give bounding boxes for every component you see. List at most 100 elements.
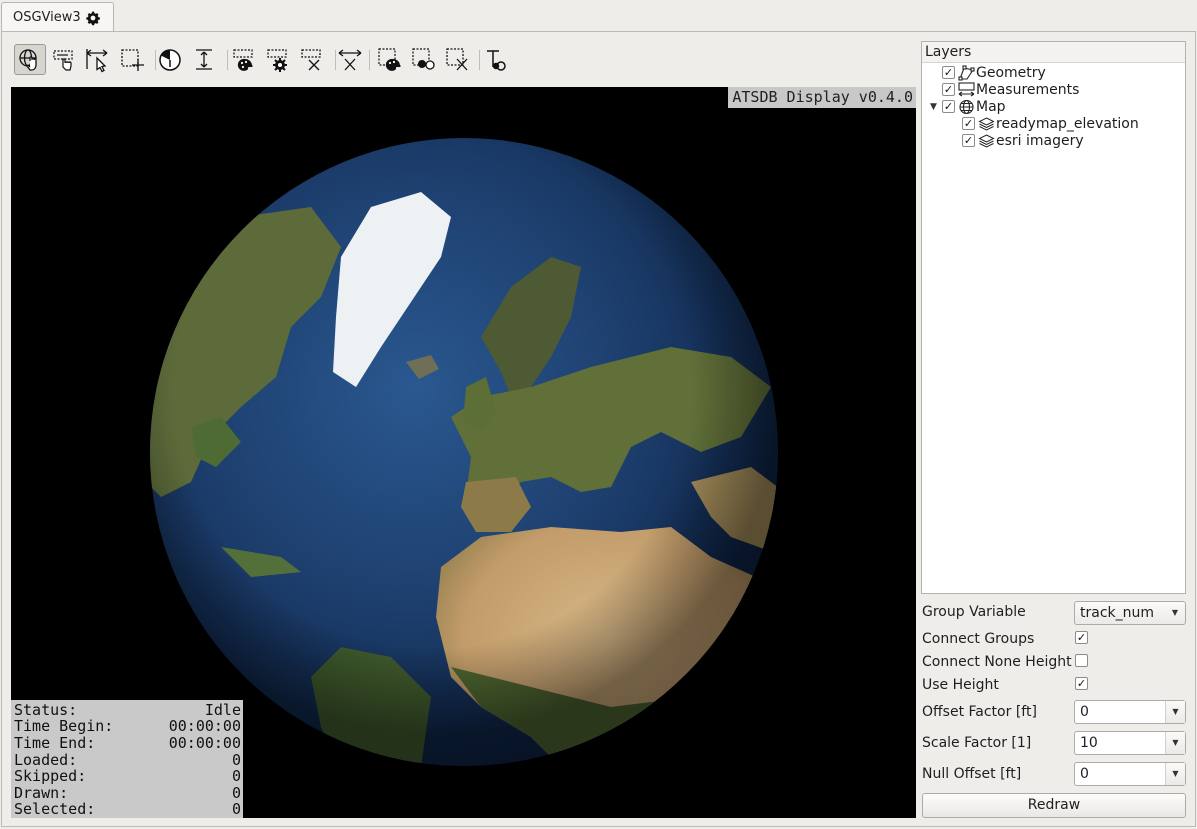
label-palette-icon <box>233 48 253 71</box>
layer-row[interactable]: ✓ esri imagery <box>962 132 1084 149</box>
layer-checkbox[interactable]: ✓ <box>942 100 955 113</box>
time-filter-tool[interactable] <box>154 44 186 75</box>
null-offset-label: Null Offset [ft] <box>922 766 1022 782</box>
status-row: Status: Idle <box>14 702 241 719</box>
height-icon <box>196 48 212 70</box>
measure-icon <box>957 81 975 98</box>
label-hand-icon <box>53 49 73 71</box>
status-value: 0 <box>231 783 241 802</box>
geometry-icon <box>957 64 975 81</box>
layer-row[interactable]: ✓ Measurements <box>927 81 1079 98</box>
select-clear-tool[interactable] <box>442 44 474 75</box>
use-height-label: Use Height <box>922 677 999 693</box>
connect-none-height-label: Connect None Height <box>922 654 1072 670</box>
chevron-down-icon[interactable]: ▼ <box>1165 732 1185 754</box>
label-gear-icon <box>267 48 287 72</box>
status-row: Drawn: 0 <box>14 785 241 802</box>
offset-factor-value: 0 <box>1080 704 1089 720</box>
status-row: Time Begin: 00:00:00 <box>14 718 241 735</box>
text-style-tool[interactable] <box>480 44 512 75</box>
clock-icon <box>159 48 181 71</box>
status-label: Selected: <box>14 800 96 818</box>
measure-clear-tool[interactable] <box>334 44 366 75</box>
layer-checkbox[interactable]: ✓ <box>962 134 975 147</box>
layer-label: Map <box>976 98 1006 115</box>
offset-factor-label: Offset Factor [ft] <box>922 704 1037 720</box>
label-clear-icon <box>301 48 321 70</box>
layer-label: Geometry <box>976 64 1046 81</box>
status-label: Time Begin: <box>14 717 114 736</box>
label-settings-tool[interactable] <box>262 44 294 75</box>
layers-header: Layers <box>922 42 1185 63</box>
select-rect-add-tool[interactable] <box>116 44 148 75</box>
offset-factor-combo[interactable]: 0 ▼ <box>1074 700 1186 724</box>
select-style-tool[interactable] <box>408 44 440 75</box>
status-panel: Status: Idle Time Begin: 00:00:00 Time End: 0… <box>11 699 243 818</box>
chevron-down-icon[interactable]: ▼ <box>1165 763 1185 785</box>
chevron-down-icon[interactable]: ▼ <box>1165 701 1185 723</box>
connect-none-height-checkbox[interactable] <box>1075 654 1088 667</box>
null-offset-combo[interactable]: 0 ▼ <box>1074 762 1186 786</box>
layer-row[interactable]: ▼ ✓ Map <box>927 98 1006 115</box>
layer-row[interactable]: ✓ Geometry <box>927 64 1046 81</box>
tab-osgview3[interactable]: OSGView3 <box>1 2 114 32</box>
group-variable-label: Group Variable <box>922 604 1026 620</box>
globe-icon <box>957 98 975 115</box>
layer-label: Measurements <box>976 81 1080 98</box>
group-variable-value: track_num <box>1080 605 1155 621</box>
status-label: Status: <box>14 700 78 719</box>
measure-tool[interactable] <box>82 44 114 75</box>
status-row: Loaded: 0 <box>14 752 241 769</box>
layer-checkbox[interactable]: ✓ <box>942 83 955 96</box>
scale-factor-label: Scale Factor [1] <box>922 735 1032 751</box>
measure-clear-icon <box>338 48 362 70</box>
status-value: 0 <box>231 800 241 818</box>
expand-arrow-icon[interactable]: ▼ <box>927 102 940 112</box>
status-label: Loaded: <box>14 750 78 769</box>
status-value: Idle <box>204 700 241 719</box>
select-style-icon <box>412 47 435 70</box>
status-row: Time End: 00:00:00 <box>14 735 241 752</box>
label-tool[interactable] <box>48 44 80 75</box>
connect-groups-label: Connect Groups <box>922 631 1035 647</box>
label-clear-tool[interactable] <box>296 44 328 75</box>
layers-icon <box>977 132 995 149</box>
toolbar-separator <box>369 50 370 70</box>
layer-checkbox[interactable]: ✓ <box>962 117 975 130</box>
tab-bar: OSGView3 <box>0 0 1197 32</box>
use-height-checkbox[interactable]: ✓ <box>1075 677 1088 690</box>
text-style-icon <box>487 49 506 71</box>
select-palette-icon <box>378 47 401 71</box>
layer-label: readymap_elevation <box>996 115 1139 132</box>
version-label: ATSDB Display v0.4.0 <box>728 87 916 108</box>
scale-factor-combo[interactable]: 10 ▼ <box>1074 731 1186 755</box>
height-tool[interactable] <box>188 44 220 75</box>
redraw-button[interactable]: Redraw <box>922 793 1186 818</box>
label-color-tool[interactable] <box>228 44 260 75</box>
select-add-icon <box>121 48 144 71</box>
null-offset-value: 0 <box>1080 766 1089 782</box>
gear-icon[interactable] <box>85 10 101 26</box>
globe-hand-icon <box>19 48 37 71</box>
status-value: 00:00:00 <box>168 734 241 753</box>
select-color-tool[interactable] <box>374 44 406 75</box>
layer-row[interactable]: ✓ readymap_elevation <box>962 115 1139 132</box>
navigate-globe-tool[interactable] <box>14 44 46 75</box>
layers-panel: Layers ✓ Geometry ✓ Measurements ▼ ✓ Map ✓ ready… <box>921 41 1186 594</box>
status-value: 0 <box>231 767 241 786</box>
status-value: 00:00:00 <box>168 717 241 736</box>
group-variable-select[interactable]: track_num ▼ <box>1074 601 1186 625</box>
select-clear-icon <box>446 47 468 70</box>
globe-viewport[interactable]: ATSDB Display v0.4.0 Status: Idle Time Beg… <box>11 87 916 818</box>
connect-groups-checkbox[interactable]: ✓ <box>1075 631 1088 644</box>
measure-arrow-icon <box>86 48 108 72</box>
layer-checkbox[interactable]: ✓ <box>942 66 955 79</box>
status-label: Time End: <box>14 734 96 753</box>
status-row: Skipped: 0 <box>14 768 241 785</box>
tab-title: OSGView3 <box>13 10 81 25</box>
chevron-down-icon[interactable]: ▼ <box>1165 602 1185 624</box>
status-label: Skipped: <box>14 767 87 786</box>
layer-label: esri imagery <box>996 132 1084 149</box>
status-value: 0 <box>231 750 241 769</box>
scale-factor-value: 10 <box>1080 735 1098 751</box>
